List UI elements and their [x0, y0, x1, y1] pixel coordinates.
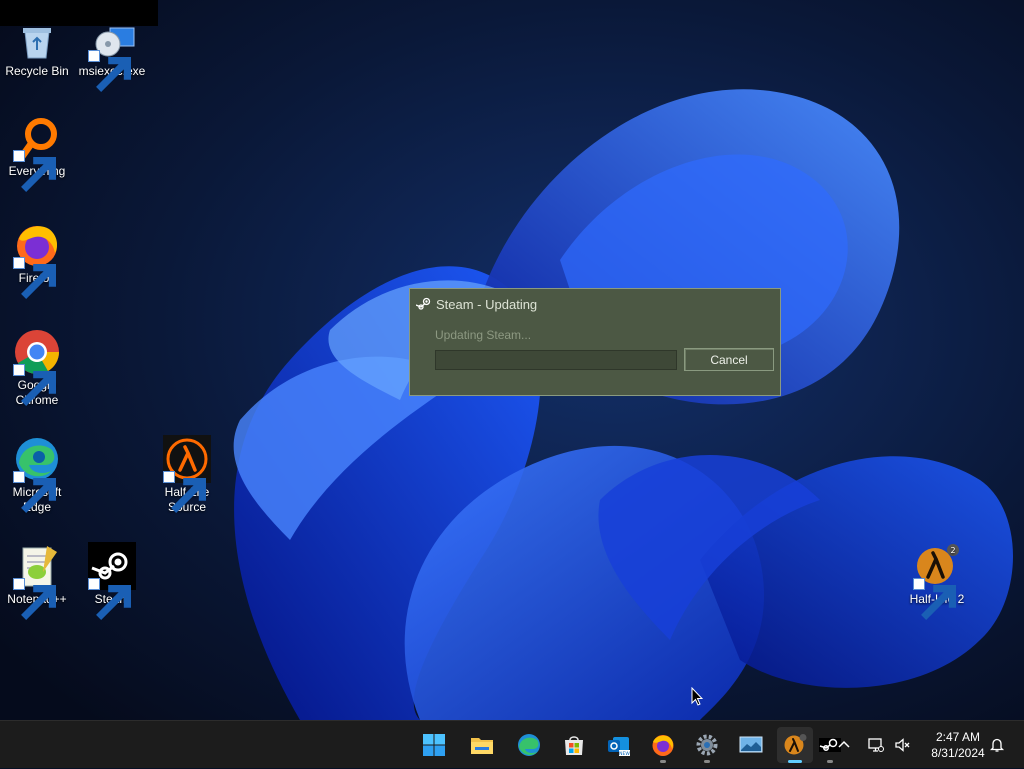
shortcut-arrow-icon — [913, 578, 956, 620]
half-life-2-icon — [784, 734, 807, 755]
desktop-icon-firefox[interactable]: Firefox — [0, 221, 74, 299]
network-icon — [868, 738, 884, 752]
steam-logo-icon — [416, 297, 431, 310]
taskbar-edge[interactable] — [511, 727, 547, 763]
notification-bell-icon — [989, 738, 1005, 752]
tray-volume[interactable] — [892, 721, 912, 769]
taskbar-remote-desktop[interactable] — [733, 727, 769, 763]
taskbar-outlook[interactable]: NEW — [601, 727, 637, 763]
shortcut-arrow-icon — [163, 471, 206, 513]
update-progress-bar — [435, 350, 677, 370]
edge-icon — [518, 734, 540, 756]
running-indicator — [788, 760, 802, 763]
desktop-icon-half-life-source[interactable]: Half-Life Source — [150, 435, 224, 515]
running-indicator — [827, 760, 833, 763]
taskbar-half-life-2[interactable] — [777, 727, 813, 763]
shortcut-arrow-icon — [13, 471, 56, 513]
update-status-text: Updating Steam... — [435, 328, 532, 342]
taskbar-settings[interactable] — [689, 727, 725, 763]
cancel-button[interactable]: Cancel — [684, 348, 774, 371]
desktop-icon-everything[interactable]: Everything — [0, 114, 74, 192]
taskbar-microsoft-store[interactable] — [556, 727, 592, 763]
windows-start-icon — [423, 734, 445, 756]
steam-updating-dialog: Steam - Updating Updating Steam... Cance… — [409, 288, 781, 396]
running-indicator — [704, 760, 710, 763]
notification-center-button[interactable] — [986, 721, 1008, 769]
shortcut-arrow-icon — [13, 578, 56, 620]
desktop-icon-half-life-2[interactable]: 2 Half-Life 2 — [900, 542, 974, 620]
store-icon — [565, 736, 583, 755]
recycle-bin-icon — [23, 28, 51, 59]
dialog-title: Steam - Updating — [436, 296, 538, 312]
desktop-icon-msiexec[interactable]: msiexec.exe — [75, 14, 149, 92]
taskbar: NEW 2:47 AM 8/31/2024 — [0, 720, 1024, 768]
desktop-icon-google-chrome[interactable]: Google Chrome — [0, 328, 74, 408]
dialog-titlebar[interactable]: Steam - Updating — [416, 295, 537, 313]
shortcut-arrow-icon — [88, 50, 131, 92]
shortcut-arrow-icon — [13, 257, 56, 299]
gear-icon — [696, 734, 718, 756]
taskbar-firefox[interactable] — [645, 727, 681, 763]
folder-icon — [471, 738, 493, 754]
tray-network[interactable] — [866, 721, 886, 769]
desktop-icon-steam[interactable]: Steam — [75, 542, 149, 620]
taskbar-file-explorer[interactable] — [464, 727, 500, 763]
shortcut-arrow-icon — [13, 150, 56, 192]
desktop-icon-label: Recycle Bin — [5, 64, 69, 78]
desktop-icon-recycle-bin[interactable]: Recycle Bin — [0, 14, 74, 79]
shortcut-arrow-icon — [13, 364, 56, 406]
desktop-icon-microsoft-edge[interactable]: Microsoft Edge — [0, 435, 74, 515]
desktop-icon-notepad-plus-plus[interactable]: Notepad++ — [0, 542, 74, 620]
chevron-up-icon — [838, 740, 850, 748]
svg-text:2: 2 — [950, 546, 955, 555]
svg-text:NEW: NEW — [619, 751, 630, 757]
outlook-new-icon: NEW — [608, 737, 630, 757]
firefox-icon — [652, 735, 674, 756]
running-indicator — [660, 760, 666, 763]
start-button[interactable] — [416, 727, 452, 763]
volume-muted-icon — [895, 738, 910, 752]
shortcut-arrow-icon — [88, 578, 131, 620]
mouse-cursor-icon — [691, 687, 703, 706]
tray-overflow-button[interactable] — [836, 721, 852, 769]
monitor-icon — [739, 736, 763, 753]
